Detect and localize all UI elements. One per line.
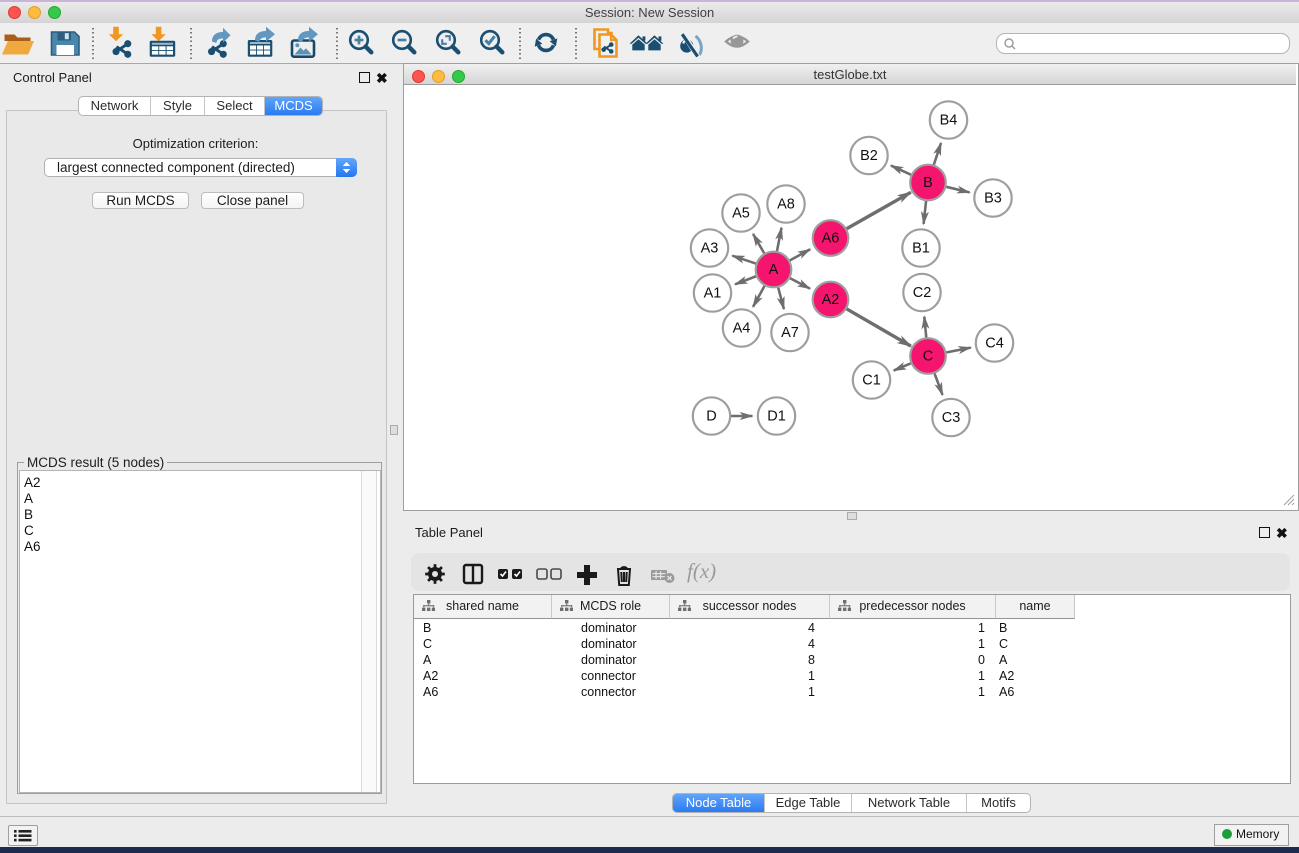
- svg-text:C2: C2: [913, 285, 932, 301]
- svg-text:C: C: [923, 349, 933, 365]
- svg-text:C3: C3: [942, 410, 961, 426]
- svg-text:B3: B3: [984, 191, 1002, 207]
- svg-text:A2: A2: [822, 292, 840, 308]
- svg-text:A7: A7: [781, 325, 799, 341]
- svg-text:C1: C1: [862, 373, 881, 389]
- svg-text:A3: A3: [701, 241, 719, 257]
- svg-text:B: B: [923, 175, 933, 191]
- svg-text:A: A: [769, 262, 779, 278]
- svg-text:A6: A6: [822, 231, 840, 247]
- svg-text:B4: B4: [940, 113, 958, 129]
- svg-text:A8: A8: [777, 197, 795, 213]
- svg-text:A5: A5: [732, 206, 750, 222]
- svg-text:B2: B2: [860, 148, 878, 164]
- svg-text:D1: D1: [767, 409, 786, 425]
- svg-text:C4: C4: [985, 336, 1004, 352]
- svg-text:B1: B1: [912, 241, 930, 257]
- svg-text:A1: A1: [704, 286, 722, 302]
- svg-text:A4: A4: [733, 321, 751, 337]
- svg-text:D: D: [706, 409, 716, 425]
